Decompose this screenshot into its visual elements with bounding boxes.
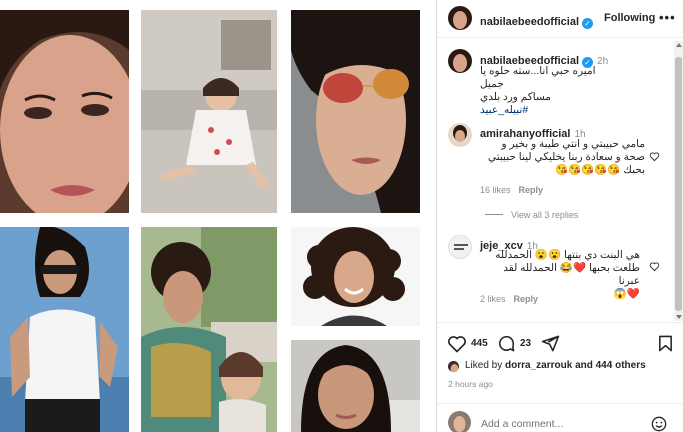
liked-by-others[interactable]: and 444 others: [575, 360, 646, 371]
comment-like-heart-icon[interactable]: [649, 151, 660, 162]
scroll-up-arrow-icon[interactable]: [676, 43, 682, 47]
comment-line: مامي حبيبتي و انتي طيبة و بخير و: [501, 138, 646, 150]
add-comment-row: Add a comment...: [437, 403, 683, 432]
share-icon[interactable]: [541, 334, 560, 353]
photo-dark-hair-portrait: [291, 340, 420, 432]
avatar[interactable]: [448, 6, 472, 30]
comment-line: بحبك 😘😘😘😘😘: [554, 164, 645, 176]
comment-count[interactable]: 23: [520, 338, 531, 349]
post-header: nabilaebeedofficial ✓ Following •••: [437, 0, 683, 38]
comment-like-heart-icon[interactable]: [649, 261, 660, 272]
caption-text: اميره حبي انا...سته حلوه يا جميل مساكم و…: [480, 65, 620, 117]
comment-line: هي البنت دي بنتها 😮😮 الحمدلله: [495, 249, 640, 261]
comment-meta: 2 likes Reply: [480, 294, 538, 304]
photo-face-closeup: [0, 10, 129, 213]
photo-curly-hair-smile: [291, 227, 420, 326]
avatar[interactable]: [448, 49, 472, 73]
heart-icon[interactable]: [447, 334, 467, 354]
view-replies-button[interactable]: View all 3 replies: [485, 210, 578, 220]
comment-text: مامي حبيبتي و انتي طيبة و بخير و صحة و س…: [480, 138, 645, 177]
more-options-icon[interactable]: •••: [659, 10, 676, 25]
comment-meta: 16 likes Reply: [480, 185, 543, 195]
scroll-down-arrow-icon[interactable]: [676, 315, 682, 319]
avatar[interactable]: [448, 235, 472, 259]
avatar[interactable]: [448, 123, 472, 147]
following-button[interactable]: Following: [604, 12, 655, 24]
post-author-username[interactable]: nabilaebeedofficial: [480, 16, 579, 28]
post-time-ago[interactable]: 2 hours ago: [448, 379, 493, 389]
add-comment-input[interactable]: Add a comment...: [481, 418, 563, 430]
scrollbar-thumb[interactable]: [675, 57, 682, 311]
comment-line: صحة و سعادة ربنا يخليكي لينا حبيبتي: [487, 151, 645, 163]
liked-by-prefix: Liked by: [465, 360, 503, 371]
post-photo-collage[interactable]: [0, 0, 436, 432]
caption-line: مساكم ورد بلدي: [480, 91, 551, 103]
comment-like-count[interactable]: 16 likes: [480, 185, 511, 195]
photo-sunglasses-portrait: [291, 10, 420, 213]
verified-badge-icon: ✓: [582, 18, 594, 29]
like-count[interactable]: 445: [471, 338, 488, 349]
comment-like-count[interactable]: 2 likes: [480, 294, 506, 304]
reply-button[interactable]: Reply: [514, 294, 539, 304]
photo-mother-and-child: [141, 227, 277, 432]
photo-white-top-seaside: [0, 227, 129, 432]
comment-line: طلعت بحبها ❤️😂 الحمدلله لقد عبرنا: [503, 262, 640, 287]
current-user-avatar[interactable]: [448, 411, 471, 432]
liked-by-username[interactable]: dorra_zarrouk: [505, 360, 572, 371]
post-details-panel: nabilaebeedofficial ✓ Following ••• nabil…: [436, 0, 683, 432]
comments-scrollbar[interactable]: [674, 41, 683, 321]
emoji-icon[interactable]: [651, 416, 667, 432]
post-actions: 445 23 Liked by dorra_zarrouk and 444 ot…: [437, 322, 683, 432]
comment-icon[interactable]: [497, 334, 516, 353]
caption-hashtag[interactable]: #نبيله_عبيد: [480, 104, 620, 117]
liked-by-text: Liked by dorra_zarrouk and 444 others: [465, 360, 646, 371]
comments-scroll-area[interactable]: nabilaebeedofficial ✓ 2h اميره حبي انا...س…: [437, 39, 683, 322]
bookmark-icon[interactable]: [657, 334, 674, 353]
photo-baby-vintage: [141, 10, 277, 213]
header-username-block: nabilaebeedofficial ✓: [480, 12, 594, 30]
caption-line: اميره حبي انا...سته حلوه يا جميل: [480, 65, 596, 90]
reply-button[interactable]: Reply: [519, 185, 544, 195]
liked-by-avatar[interactable]: [447, 360, 460, 373]
